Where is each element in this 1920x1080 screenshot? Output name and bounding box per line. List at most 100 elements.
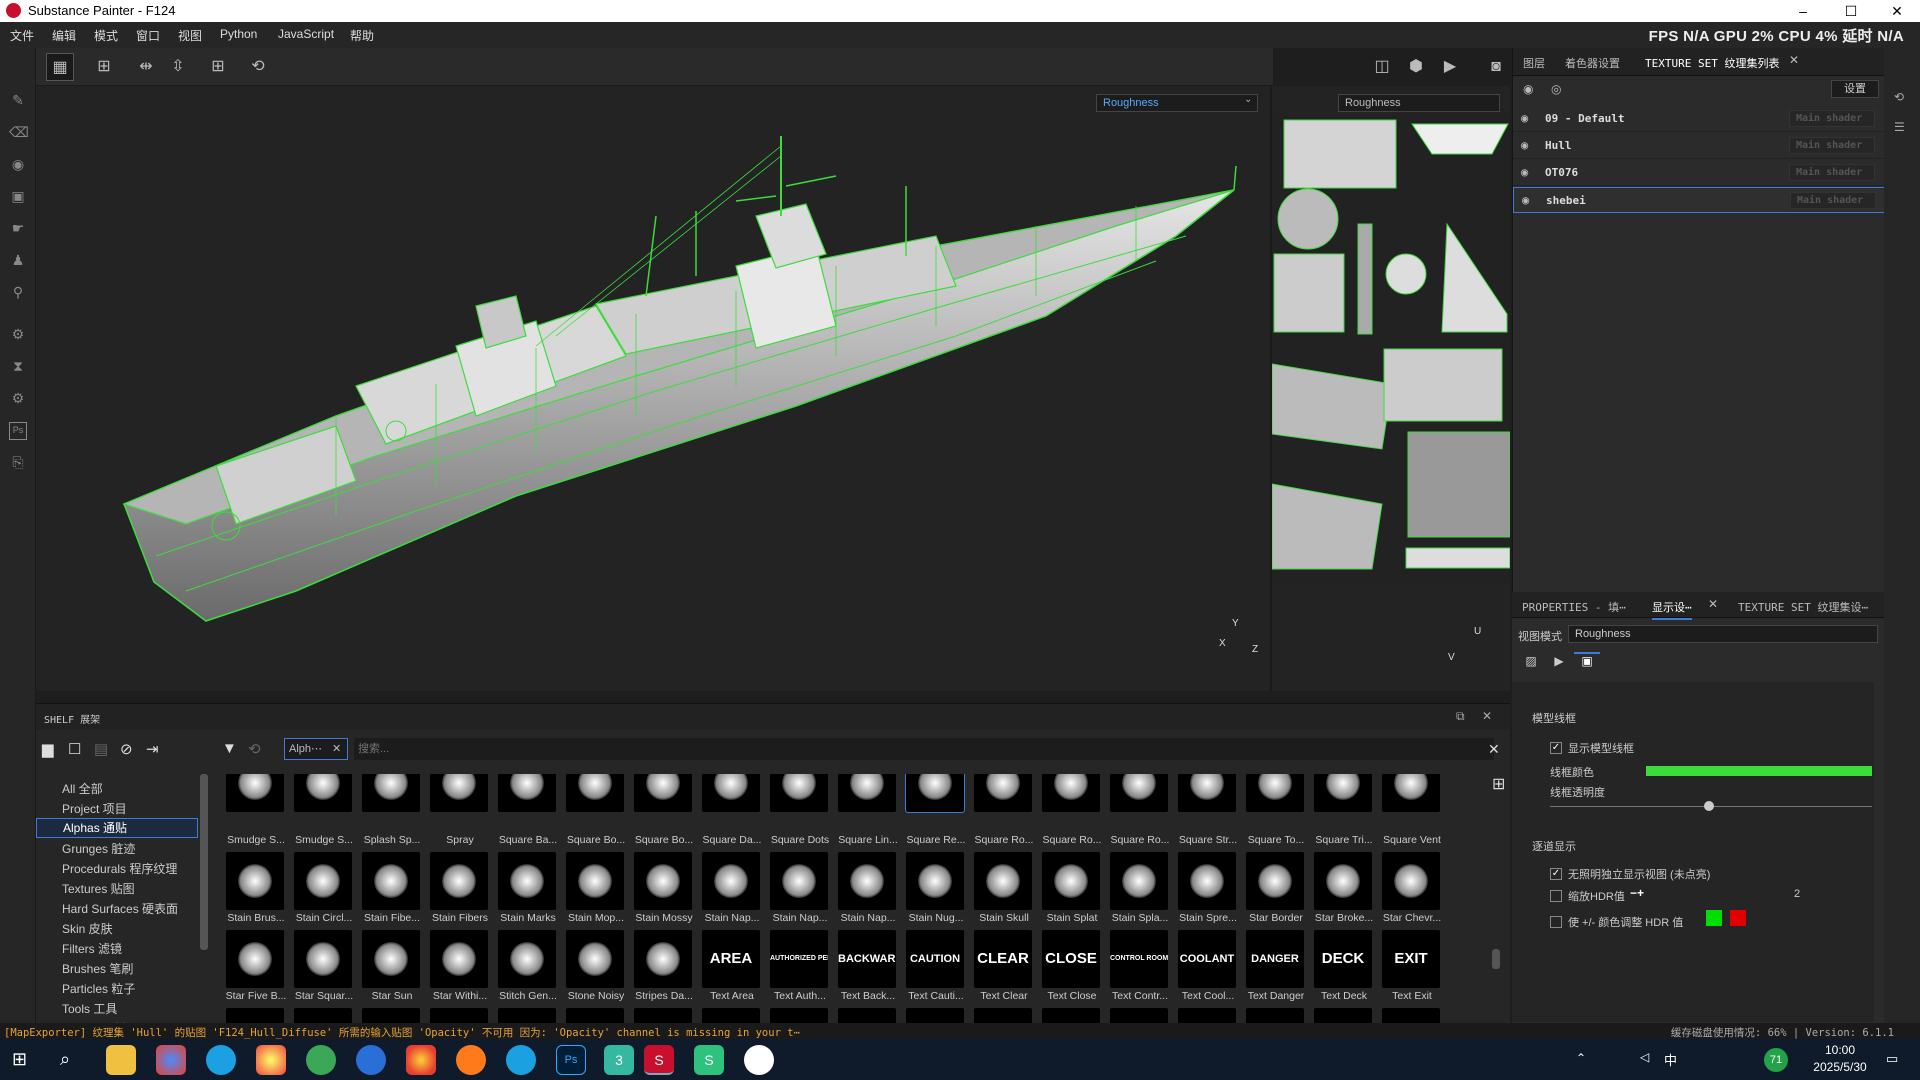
import-icon[interactable]: ⇥ xyxy=(146,740,159,758)
close-tab-icon[interactable]: ✕ xyxy=(1789,53,1799,67)
category-tools[interactable]: Tools 工具 xyxy=(62,1000,117,1017)
projection-icon[interactable]: ◉ xyxy=(9,156,27,174)
scale-hdr-checkbox[interactable] xyxy=(1550,890,1562,902)
texture-set-row-selected[interactable]: ◉ shebei Main shader xyxy=(1513,187,1885,213)
shelf-item[interactable]: Stain Splat xyxy=(1038,852,1102,930)
maximize-button[interactable]: ☐ xyxy=(1828,0,1874,22)
smudge-icon[interactable]: ☛ xyxy=(9,220,27,238)
tab-shader-settings[interactable]: 着色器设置 xyxy=(1565,55,1620,71)
category-scrollbar[interactable] xyxy=(200,774,208,950)
category-particles[interactable]: Particles 粒子 xyxy=(62,980,135,997)
eye-icon[interactable]: ◉ xyxy=(1521,165,1537,181)
shelf-item[interactable]: Square Tri... xyxy=(1310,774,1374,852)
shelf-item[interactable]: LEVEL xyxy=(358,1008,422,1024)
category-brushes[interactable]: Brushes 笔刷 xyxy=(62,960,133,977)
paint-brush-icon[interactable]: ✎ xyxy=(9,92,27,110)
remove-filter-icon[interactable]: ✕ xyxy=(332,742,341,755)
grid-view-toggle-icon[interactable]: ⊞ xyxy=(1492,774,1508,793)
file-explorer-icon[interactable] xyxy=(106,1045,136,1075)
clone-stamp-icon[interactable]: ♟ xyxy=(9,252,27,270)
tab-texture-set-list[interactable]: TEXTURE SET 纹理集列表 xyxy=(1645,55,1779,71)
export-icon[interactable]: ⎘ xyxy=(9,454,27,472)
shelf-item[interactable]: Square Vent xyxy=(1378,774,1442,852)
shelf-item[interactable]: Star Five B... xyxy=(222,930,286,1008)
shelf-item[interactable]: Square Ro... xyxy=(1106,774,1170,852)
shelf-item[interactable]: Stain Nap... xyxy=(766,852,830,930)
shelf-item[interactable]: CAUTION Text Cauti... xyxy=(902,930,966,1008)
display-icon[interactable]: ▣ xyxy=(1574,652,1600,676)
shelf-item[interactable]: Star Chevr... xyxy=(1378,852,1442,930)
shelf-item[interactable]: DANGER Text Danger xyxy=(1242,930,1306,1008)
texture-set-row[interactable]: ◉ Hull Main shader xyxy=(1513,133,1885,159)
cube-icon[interactable]: ⬢ xyxy=(1402,53,1430,81)
shelf-item[interactable]: Stain Spla... xyxy=(1106,852,1170,930)
shelf-item[interactable]: SECURITY xyxy=(1106,1008,1170,1024)
render-mode-icon[interactable]: ◫ xyxy=(1368,53,1396,81)
history-panel-icon[interactable]: ⟲ xyxy=(1894,90,1904,104)
shelf-item[interactable]: Square Str... xyxy=(1174,774,1238,852)
green-s-app-icon[interactable]: S xyxy=(694,1045,724,1075)
float-icon[interactable]: ⧉ xyxy=(1456,709,1465,724)
viewport-channel-select[interactable]: Roughness xyxy=(1096,94,1258,112)
eye-icon[interactable]: ◉ xyxy=(1522,193,1538,209)
green-swatch[interactable] xyxy=(1706,910,1722,926)
shelf-item[interactable]: Spray xyxy=(426,774,490,852)
shelf-item[interactable]: SYSTEM xyxy=(1310,1008,1374,1024)
shelf-item[interactable]: Star Squar... xyxy=(290,930,354,1008)
shader-select[interactable]: Main shader xyxy=(1789,110,1875,127)
shelf-item[interactable]: SECTION xyxy=(1038,1008,1102,1024)
filter-icon[interactable]: ▼ xyxy=(222,740,237,757)
uv-channel-select[interactable]: Roughness xyxy=(1338,94,1500,112)
hourglass-icon[interactable]: ⧗ xyxy=(9,358,27,376)
qq-icon[interactable] xyxy=(744,1045,774,1075)
shelf-item[interactable]: Star Border xyxy=(1242,852,1306,930)
category-procedurals[interactable]: Procedurals 程序纹理 xyxy=(62,860,177,877)
shelf-item[interactable]: PULL xyxy=(834,1008,898,1024)
shelf-item[interactable]: OPEN xyxy=(630,1008,694,1024)
shelf-item[interactable]: STOP xyxy=(1242,1008,1306,1024)
new-item-icon[interactable]: ☐ xyxy=(68,740,81,758)
edge-icon[interactable] xyxy=(206,1045,236,1075)
tab-texture-set-settings[interactable]: TEXTURE SET 纹理集设⋯ xyxy=(1738,599,1868,615)
texture-set-row[interactable]: ◉ OT076 Main shader xyxy=(1513,160,1885,186)
photoshop-taskbar-icon[interactable]: Ps xyxy=(556,1045,586,1075)
menu-view[interactable]: 视图 xyxy=(178,27,202,44)
shelf-item[interactable]: Stain Fibers xyxy=(426,852,490,930)
grid-view-icon[interactable]: ⊞ xyxy=(90,53,118,81)
shelf-item[interactable]: Stain Mop... xyxy=(562,852,626,930)
shelf-item[interactable]: Stain Skull xyxy=(970,852,1034,930)
shelf-item[interactable]: MIND THE STEP xyxy=(562,1008,626,1024)
photoshop-icon[interactable]: Ps xyxy=(9,422,27,440)
shelf-item[interactable]: COOLANT Text Cool... xyxy=(1174,930,1238,1008)
shelf-item[interactable]: FORWARD xyxy=(222,1008,286,1024)
hdr-stepper[interactable]: −+ xyxy=(1630,886,1644,900)
menu-edit[interactable]: 编辑 xyxy=(52,27,76,44)
shelf-item[interactable]: CONTROL ROOM Text Contr... xyxy=(1106,930,1170,1008)
settings-icon[interactable]: ⚙ xyxy=(9,390,27,408)
shader-select[interactable]: Main shader xyxy=(1789,164,1875,181)
shelf-item[interactable]: Stitch Gen... xyxy=(494,930,558,1008)
shelf-item[interactable]: Stone Noisy xyxy=(562,930,626,1008)
shelf-item[interactable]: MEMORY xyxy=(494,1008,558,1024)
category-project[interactable]: Project 项目 xyxy=(62,800,127,817)
hide-icon[interactable]: ⊘ xyxy=(120,740,133,758)
category-filters[interactable]: Filters 滤镜 xyxy=(62,940,122,957)
eye-icon[interactable]: ◉ xyxy=(1521,111,1537,127)
shelf-item[interactable]: STAND CLEAR xyxy=(1174,1008,1238,1024)
shelf-item[interactable]: Smudge S... xyxy=(222,774,286,852)
shelf-item[interactable]: Stripes Da... xyxy=(630,930,694,1008)
menu-file[interactable]: 文件 xyxy=(10,27,34,44)
shelf-item[interactable]: Stain Circl... xyxy=(290,852,354,930)
texture-set-row[interactable]: ◉ 09 - Default Main shader xyxy=(1513,106,1885,132)
color-picker-icon[interactable]: ⚲ xyxy=(9,284,27,302)
reset-filter-icon[interactable]: ⟲ xyxy=(248,740,261,758)
close-button[interactable]: ✕ xyxy=(1874,0,1920,22)
browser-icon[interactable] xyxy=(156,1045,186,1075)
wire-color-swatch[interactable] xyxy=(1646,766,1872,776)
minimize-button[interactable]: – xyxy=(1780,0,1826,22)
category-all[interactable]: All 全部 xyxy=(62,780,103,797)
shelf-item[interactable]: CLOSE Text Close xyxy=(1038,930,1102,1008)
shelf-item[interactable]: Stain Nap... xyxy=(698,852,762,930)
history-icon[interactable]: ⟲ xyxy=(244,53,272,81)
settings-dropdown[interactable]: 设置 xyxy=(1831,80,1879,98)
